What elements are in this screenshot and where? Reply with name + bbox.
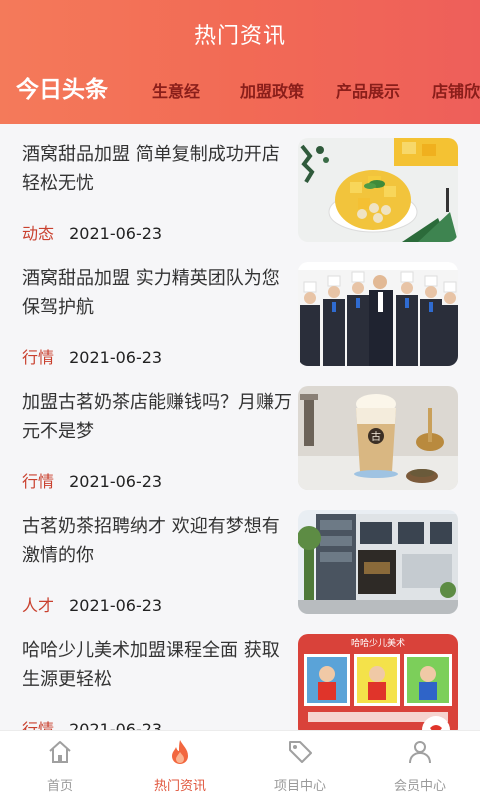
article-title: 古茗奶茶招聘纳才 欢迎有梦想有激情的你 [22,516,280,566]
nav-label: 项目中心 [273,779,326,794]
article-title: 酒窝甜品加盟 简单复制成功开店轻松无忧 [22,144,280,194]
page-title: 热门资讯 [193,24,286,49]
article-thumbnail[interactable] [298,262,458,366]
list-item[interactable]: 哈哈少儿美术加盟课程全面 获取生源更轻松 行情 2021-06-23 哈哈少儿美… [0,620,480,730]
nav-home[interactable]: 首页 [0,731,120,800]
list-item[interactable]: 酒窝甜品加盟 实力精英团队为您保驾护航 行情 2021-06-23 [0,248,480,372]
article-meta: 动态 2021-06-23 [22,220,162,244]
article-tag: 行情 [22,348,55,367]
article-meta: 行情 2021-06-23 [22,468,162,492]
nav-label: 会员中心 [393,779,446,794]
tab-store-showcase[interactable]: 店铺欣赏 [432,78,480,102]
cup-logo-text: 古 [371,430,381,443]
article-date: 2021-06-23 [69,720,163,730]
nav-projects[interactable]: 项目中心 [240,731,360,800]
tab-business-tips[interactable]: 生意经 [152,78,200,102]
article-thumbnail[interactable]: 哈哈少儿美术 [298,634,458,730]
article-meta: 人才 2021-06-23 [22,592,162,616]
nav-hot-news[interactable]: 热门资讯 [120,731,240,800]
tag-icon [289,741,312,763]
list-item[interactable]: 酒窝甜品加盟 简单复制成功开店轻松无忧 动态 2021-06-23 [0,124,480,248]
tab-franchise-policy[interactable]: 加盟政策 [240,78,304,102]
article-title: 加盟古茗奶茶店能赚钱吗？月赚万元不是梦 [22,392,292,442]
home-icon [49,741,71,763]
article-tag: 人才 [22,596,55,615]
nav-label: 热门资讯 [153,779,206,794]
article-tag: 动态 [22,224,55,243]
article-tag: 行情 [22,472,55,491]
article-meta: 行情 2021-06-23 [22,716,162,730]
article-date: 2021-06-23 [69,472,163,491]
nav-label: 首页 [46,779,73,794]
article-thumbnail[interactable] [298,510,458,614]
nav-member[interactable]: 会员中心 [360,731,480,800]
flame-icon [172,740,188,764]
article-thumbnail[interactable]: 古 [298,386,458,490]
tab-products[interactable]: 产品展示 [336,78,400,102]
bottom-nav: 首页 热门资讯 项目中心 会员中心 [0,730,480,800]
category-tabs[interactable]: 今日头条 生意经 加盟政策 产品展示 店铺欣赏 [0,68,480,120]
article-date: 2021-06-23 [69,348,163,367]
list-item[interactable]: 加盟古茗奶茶店能赚钱吗？月赚万元不是梦 行情 2021-06-23 古 [0,372,480,496]
article-date: 2021-06-23 [69,224,163,243]
user-icon [409,741,431,764]
tab-today-headlines[interactable]: 今日头条 [16,70,108,104]
article-tag: 行情 [22,720,55,730]
article-date: 2021-06-23 [69,596,163,615]
article-title: 哈哈少儿美术加盟课程全面 获取生源更轻松 [22,640,280,690]
banner-text: 哈哈少儿美术 [351,637,405,649]
article-title: 酒窝甜品加盟 实力精英团队为您保驾护航 [22,268,280,318]
article-meta: 行情 2021-06-23 [22,344,162,368]
article-thumbnail[interactable] [298,138,458,242]
header-bar: 热门资讯 今日头条 生意经 加盟政策 产品展示 店铺欣赏 [0,0,480,124]
list-item[interactable]: 古茗奶茶招聘纳才 欢迎有梦想有激情的你 人才 2021-06-23 [0,496,480,620]
article-list[interactable]: 酒窝甜品加盟 简单复制成功开店轻松无忧 动态 2021-06-23 酒窝甜品加盟… [0,124,480,730]
